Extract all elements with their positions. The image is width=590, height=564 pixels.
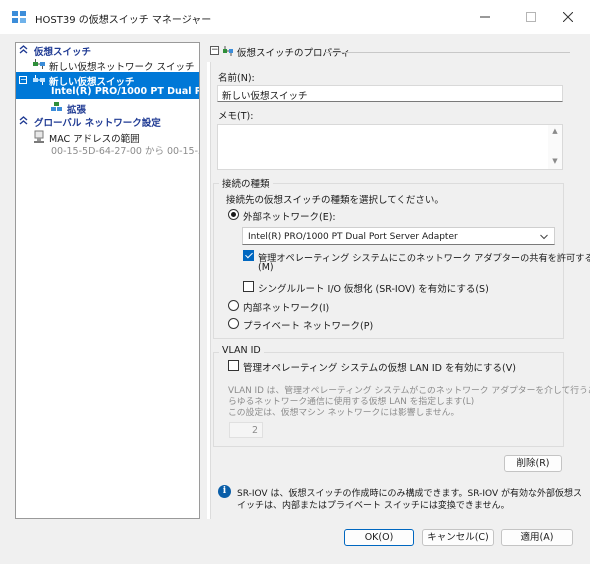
switch-properties-pane: − 仮想スイッチのプロパティ 名前(N): 新しい仮想スイッチ メモ(T): ▲…: [207, 42, 590, 519]
memo-label: メモ(T):: [218, 111, 254, 122]
header-divider: [325, 52, 570, 53]
section-label-global-network-settings: グローバル ネットワーク設定: [34, 118, 161, 129]
title-bar: HOST39 の仮想スイッチ マネージャー: [0, 0, 590, 34]
external-network-label: 外部ネットワーク(E):: [243, 212, 336, 223]
private-network-label: プライベート ネットワーク(P): [243, 321, 374, 332]
chevron-up-icon[interactable]: [19, 44, 28, 55]
tree-section-global-network-settings[interactable]: グローバル ネットワーク設定: [16, 115, 199, 129]
network-switch-icon: [32, 74, 46, 86]
enable-vlan-checkbox[interactable]: [228, 360, 239, 371]
tree-item-new-virtual-network-switch[interactable]: 新しい仮想ネットワーク スイッチ: [16, 57, 199, 73]
internal-network-label: 内部ネットワーク(I): [243, 303, 330, 314]
tree-item-label: 拡張: [67, 105, 87, 116]
properties-header: − 仮想スイッチのプロパティ: [207, 42, 575, 62]
ok-button[interactable]: OK(O): [344, 529, 414, 546]
private-network-radio[interactable]: [228, 318, 239, 329]
vlan-description-line-3: この設定は、仮想マシン ネットワークには影響しません。: [228, 408, 460, 418]
vlan-group-title: VLAN ID: [219, 345, 264, 356]
tree-section-virtual-switches[interactable]: 仮想スイッチ: [16, 44, 199, 58]
extensions-icon: [50, 101, 64, 113]
selected-switch-adapter: Intel(R) PRO/1000 PT Dual Po...: [51, 86, 199, 97]
enable-sriov-label: シングルルート I/O 仮想化 (SR-IOV) を有効にする(S): [258, 284, 489, 295]
memo-textarea[interactable]: ▲ ▼: [217, 124, 563, 170]
scroll-up-icon[interactable]: ▲: [550, 127, 560, 137]
allow-management-os-share-label-mnemonic: (M): [258, 262, 274, 273]
pane-margin-bar: [207, 62, 211, 519]
tree-item-label: 新しい仮想ネットワーク スイッチ: [49, 62, 195, 73]
mac-address-icon: [33, 130, 47, 143]
tree-item-selected-switch[interactable]: − 新しい仮想スイッチ Intel(R) PRO/1000 PT Dual Po…: [16, 72, 199, 99]
section-label-virtual-switches: 仮想スイッチ: [34, 47, 92, 58]
vlan-id-input[interactable]: 2: [229, 422, 263, 438]
window-title: HOST39 の仮想スイッチ マネージャー: [35, 15, 212, 26]
enable-sriov-checkbox[interactable]: [243, 281, 254, 292]
mac-range-value: 00-15-5D-64-27-00 から 00-15-5D-...: [51, 146, 199, 157]
connection-type-group-title: 接続の種類: [219, 176, 273, 190]
name-input[interactable]: 新しい仮想スイッチ: [217, 85, 563, 102]
collapse-icon[interactable]: −: [210, 46, 219, 55]
navigation-tree[interactable]: 仮想スイッチ 新しい仮想ネットワーク スイッチ − 新しい仮想スイッチ Inte…: [15, 42, 200, 519]
chevron-down-icon: [540, 233, 548, 240]
external-network-radio[interactable]: [228, 209, 239, 220]
allow-management-os-share-label: 管理オペレーティング システムにこのネットワーク アダプターの共有を許可する: [258, 253, 590, 264]
close-button[interactable]: [545, 0, 590, 34]
tree-item-extensions[interactable]: 拡張: [16, 100, 199, 116]
collapse-icon[interactable]: −: [19, 76, 27, 84]
external-adapter-select[interactable]: Intel(R) PRO/1000 PT Dual Port Server Ad…: [242, 227, 555, 245]
cancel-button[interactable]: キャンセル(C): [422, 529, 494, 546]
remove-button[interactable]: 削除(R): [504, 455, 562, 472]
enable-vlan-label: 管理オペレーティング システムの仮想 LAN ID を有効にする(V): [243, 363, 516, 374]
memo-scrollbar[interactable]: ▲ ▼: [548, 125, 562, 169]
switch-manager-app-icon: [11, 10, 27, 24]
allow-management-os-share-checkbox[interactable]: [243, 250, 254, 261]
scroll-down-icon[interactable]: ▼: [550, 157, 560, 167]
apply-button[interactable]: 適用(A): [501, 529, 573, 546]
sriov-info-line-2: イッチは、内部またはプライベート スイッチには変換できません。: [237, 501, 510, 511]
network-switch-icon: [222, 45, 234, 60]
chevron-up-icon[interactable]: [19, 115, 28, 126]
add-network-switch-icon: [32, 58, 46, 70]
tree-item-mac-address-range[interactable]: MAC アドレスの範囲 00-15-5D-64-27-00 から 00-15-5…: [16, 129, 199, 157]
selected-adapter-value: Intel(R) PRO/1000 PT Dual Port Server Ad…: [248, 232, 458, 242]
info-icon: i: [218, 485, 231, 498]
minimize-button[interactable]: [462, 0, 508, 34]
name-label: 名前(N):: [218, 73, 255, 84]
internal-network-radio[interactable]: [228, 300, 239, 311]
connection-type-prompt: 接続先の仮想スイッチの種類を選択してください。: [226, 195, 444, 206]
